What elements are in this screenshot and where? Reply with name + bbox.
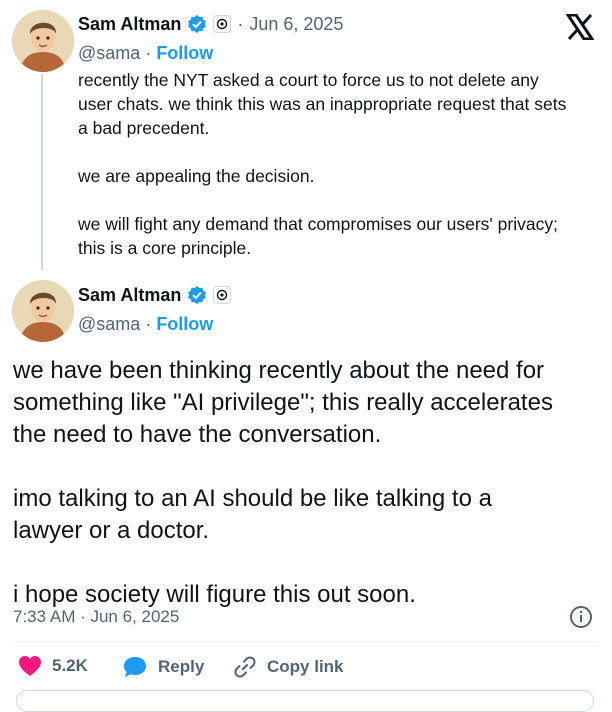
heart-icon xyxy=(19,656,41,676)
reply-button[interactable]: Reply xyxy=(122,655,204,679)
author-name[interactable]: Sam Altman xyxy=(78,13,181,35)
reply-label: Reply xyxy=(158,657,205,676)
parent-post-header: Sam Altman · Jun 6, 2025 xyxy=(78,13,343,35)
thread-connector xyxy=(41,74,43,270)
follow-button[interactable]: Follow xyxy=(156,43,213,63)
author-handle[interactable]: @sama xyxy=(78,314,140,334)
author-name[interactable]: Sam Altman xyxy=(78,284,181,306)
separator-dot: · xyxy=(145,314,157,334)
copy-link-button[interactable]: Copy link xyxy=(233,655,344,679)
openai-badge-icon[interactable] xyxy=(213,15,232,33)
post-date[interactable]: Jun 6, 2025 xyxy=(249,14,343,35)
openai-badge-icon[interactable] xyxy=(213,286,232,304)
avatar-image xyxy=(12,280,74,342)
avatar-image xyxy=(12,10,74,72)
follow-button[interactable]: Follow xyxy=(156,314,213,334)
copy-link-label: Copy link xyxy=(267,657,344,676)
avatar[interactable] xyxy=(12,10,74,72)
avatar[interactable] xyxy=(12,280,74,342)
info-icon[interactable] xyxy=(569,605,593,629)
read-replies-button[interactable] xyxy=(16,690,594,712)
like-button[interactable]: 5.2K xyxy=(18,655,88,677)
main-post-text: we have been thinking recently about the… xyxy=(13,357,553,608)
divider xyxy=(13,641,598,642)
parent-post-text: recently the NYT asked a court to force … xyxy=(78,70,567,258)
separator-dot: · xyxy=(237,13,244,34)
parent-handle-row: @sama · Follow xyxy=(78,42,213,64)
author-handle[interactable]: @sama xyxy=(78,43,140,63)
like-count: 5.2K xyxy=(52,656,88,675)
verified-badge-icon xyxy=(188,15,207,33)
main-post-header: Sam Altman xyxy=(78,284,232,306)
post-timestamp[interactable]: 7:33 AM · Jun 6, 2025 xyxy=(13,607,179,627)
link-icon xyxy=(234,656,256,678)
separator-dot: · xyxy=(145,43,157,63)
reply-icon xyxy=(124,657,146,677)
x-logo-icon[interactable] xyxy=(566,14,594,40)
verified-badge-icon xyxy=(188,286,207,304)
main-handle-row: @sama · Follow xyxy=(78,313,213,335)
